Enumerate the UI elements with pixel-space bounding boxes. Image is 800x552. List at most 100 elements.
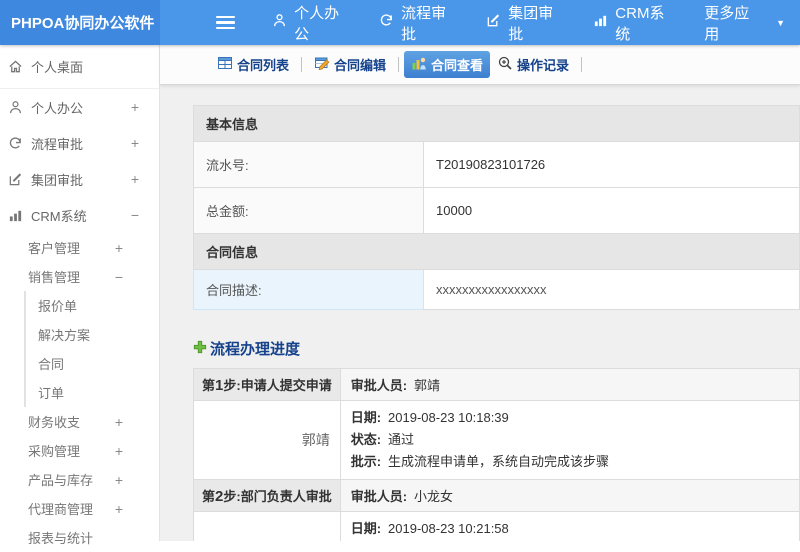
tab-label: 合同查看 [431,58,484,73]
topnav-label: 个人办公 [294,4,340,43]
sidebar-item-label: CRM系统 [31,208,87,224]
step-title: 第1步:申请人提交申请 [193,368,341,401]
sidebar-item-label: 流程审批 [31,136,84,152]
tab-contract-list[interactable]: 合同列表 [210,51,296,78]
approver-name: 小龙女 [193,511,341,541]
detail-date: 日期: 2019-08-23 10:21:58 [350,521,509,536]
sidebar-item-personal-desktop[interactable]: 个人桌面 [0,45,159,89]
top-nav: 个人办公 流程审批 集团审批 CRM系统 更多应用 ▼ [257,0,800,45]
sidebar-item-label: 订单 [38,386,65,401]
expand-icon[interactable]: + [115,240,123,256]
tab-separator [581,57,583,72]
table-list-icon [217,55,233,74]
topnav-crm-system[interactable]: CRM系统 [578,0,689,45]
magnifier-plus-icon [497,55,513,74]
table-row: 总金额: 10000 [193,187,800,234]
expand-icon[interactable]: + [115,414,123,430]
edit-icon [8,172,23,187]
expand-icon[interactable]: + [131,99,139,115]
sidebar-item-customer-management[interactable]: 客户管理 + [0,233,159,262]
sidebar-item-label: 产品与库存 [28,473,94,488]
app-logo: PHPOA协同办公软件 [0,0,160,45]
expand-icon[interactable]: + [115,472,123,488]
tab-operation-log[interactable]: 操作记录 [490,51,576,78]
sidebar-item-label: 客户管理 [28,241,81,256]
topnav-process-approval[interactable]: 流程审批 [364,0,471,45]
sidebar-item-reports-statistics[interactable]: 报表与统计 [0,523,159,552]
expand-icon[interactable]: + [131,135,139,151]
detail-status: 状态:通过 [350,432,415,447]
topnav-label: CRM系统 [615,4,665,43]
sidebar-item-group-approval[interactable]: 集团审批 + [0,161,159,197]
table-edit-icon [314,55,330,74]
step-header-row: 第1步:申请人提交申请 审批人员: 郭靖 [193,368,800,401]
tab-contract-view[interactable]: 合同查看 [404,51,491,78]
section-header-row: 基本信息 [193,105,800,142]
tab-label: 合同列表 [237,58,290,73]
sidebar-item-label: 解决方案 [38,328,91,343]
chart-icon [593,13,608,32]
expand-icon[interactable]: + [115,443,123,459]
topnav-personal-office[interactable]: 个人办公 [257,0,364,45]
detail-date: 日期: 2019-08-23 10:18:39 [350,410,509,425]
topnav-more-apps[interactable]: 更多应用 ▼ [689,0,800,45]
topnav-label: 流程审批 [401,4,447,43]
step-title: 第2步:部门负责人审批 [193,479,341,512]
process-icon [8,136,23,151]
sidebar-item-product-inventory[interactable]: 产品与库存 + [0,465,159,494]
user-icon [272,13,287,32]
tab-label: 合同编辑 [334,58,387,73]
sidebar-item-crm-system[interactable]: CRM系统 − [0,197,159,233]
collapse-icon[interactable]: − [115,269,123,285]
sidebar: 个人桌面 个人办公 + 流程审批 + 集团审批 + CRM系统 − 客户管理 +… [0,45,160,546]
sidebar-item-label: 个人桌面 [31,60,84,75]
field-label-total-amount: 总金额: [193,187,424,234]
expand-icon[interactable]: + [115,501,123,517]
sidebar-item-label: 个人办公 [31,100,84,116]
collapse-icon[interactable]: − [131,207,139,223]
field-label-serial-number: 流水号: [193,141,424,188]
step-header-row: 第2步:部门负责人审批 审批人员: 小龙女 [193,479,800,512]
sidebar-item-label: 销售管理 [28,270,81,285]
expand-icon[interactable]: + [131,171,139,187]
hamburger-menu-icon[interactable] [216,13,236,33]
field-value-total-amount: 10000 [423,187,800,234]
section-header-row: 合同信息 [193,233,800,270]
sidebar-item-process-approval[interactable]: 流程审批 + [0,125,159,161]
section-header-basic-info: 基本信息 [193,105,800,142]
caret-down-icon: ▼ [776,17,786,28]
topnav-label: 集团审批 [508,4,554,43]
sidebar-item-label: 报表与统计 [28,531,94,546]
step-details: 日期: 2019-08-23 10:18:39 状态: 通过 批示: 生成流程申请单，… [339,400,800,480]
person-chart-icon [411,55,427,74]
content-area: 基本信息 流水号: T20190823101726 总金额: 10000 合同信… [160,85,800,541]
tab-contract-edit[interactable]: 合同编辑 [307,51,393,78]
tab-separator [301,57,303,72]
contract-info-table: 基本信息 流水号: T20190823101726 总金额: 10000 合同信… [193,105,800,310]
process-icon [379,13,394,32]
sidebar-item-agent-management[interactable]: 代理商管理 + [0,494,159,523]
sidebar-item-sales-management[interactable]: 销售管理 − [0,262,159,291]
field-label-contract-description: 合同描述: [193,269,424,310]
home-icon [8,59,23,74]
step-detail-row: 郭靖 日期: 2019-08-23 10:18:39 状态: 通过 批示: 生成流程申… [193,400,800,480]
step-approver: 审批人员: 小龙女 [339,479,800,512]
sidebar-item-finance[interactable]: 财务收支 + [0,407,159,436]
sidebar-item-order[interactable]: 订单 [26,378,159,407]
sidebar-item-solution[interactable]: 解决方案 [26,320,159,349]
sidebar-item-quotation[interactable]: 报价单 [26,291,159,320]
topnav-group-approval[interactable]: 集团审批 [471,0,578,45]
sidebar-item-label: 合同 [38,357,65,372]
chart-icon [8,208,23,223]
field-value-serial-number: T20190823101726 [423,141,800,188]
topnav-label: 更多应用 [704,4,750,43]
sidebar-item-purchase-management[interactable]: 采购管理 + [0,436,159,465]
tab-separator [398,57,400,72]
progress-section-title: 流程办理进度 [193,338,800,359]
sidebar-item-contract[interactable]: 合同 [26,349,159,378]
sidebar-item-personal-office[interactable]: 个人办公 + [0,89,159,125]
sidebar-item-label: 财务收支 [28,415,81,430]
step-approver: 审批人员: 郭靖 [339,368,800,401]
table-row: 合同描述: xxxxxxxxxxxxxxxxx [193,269,800,310]
user-icon [8,100,23,115]
